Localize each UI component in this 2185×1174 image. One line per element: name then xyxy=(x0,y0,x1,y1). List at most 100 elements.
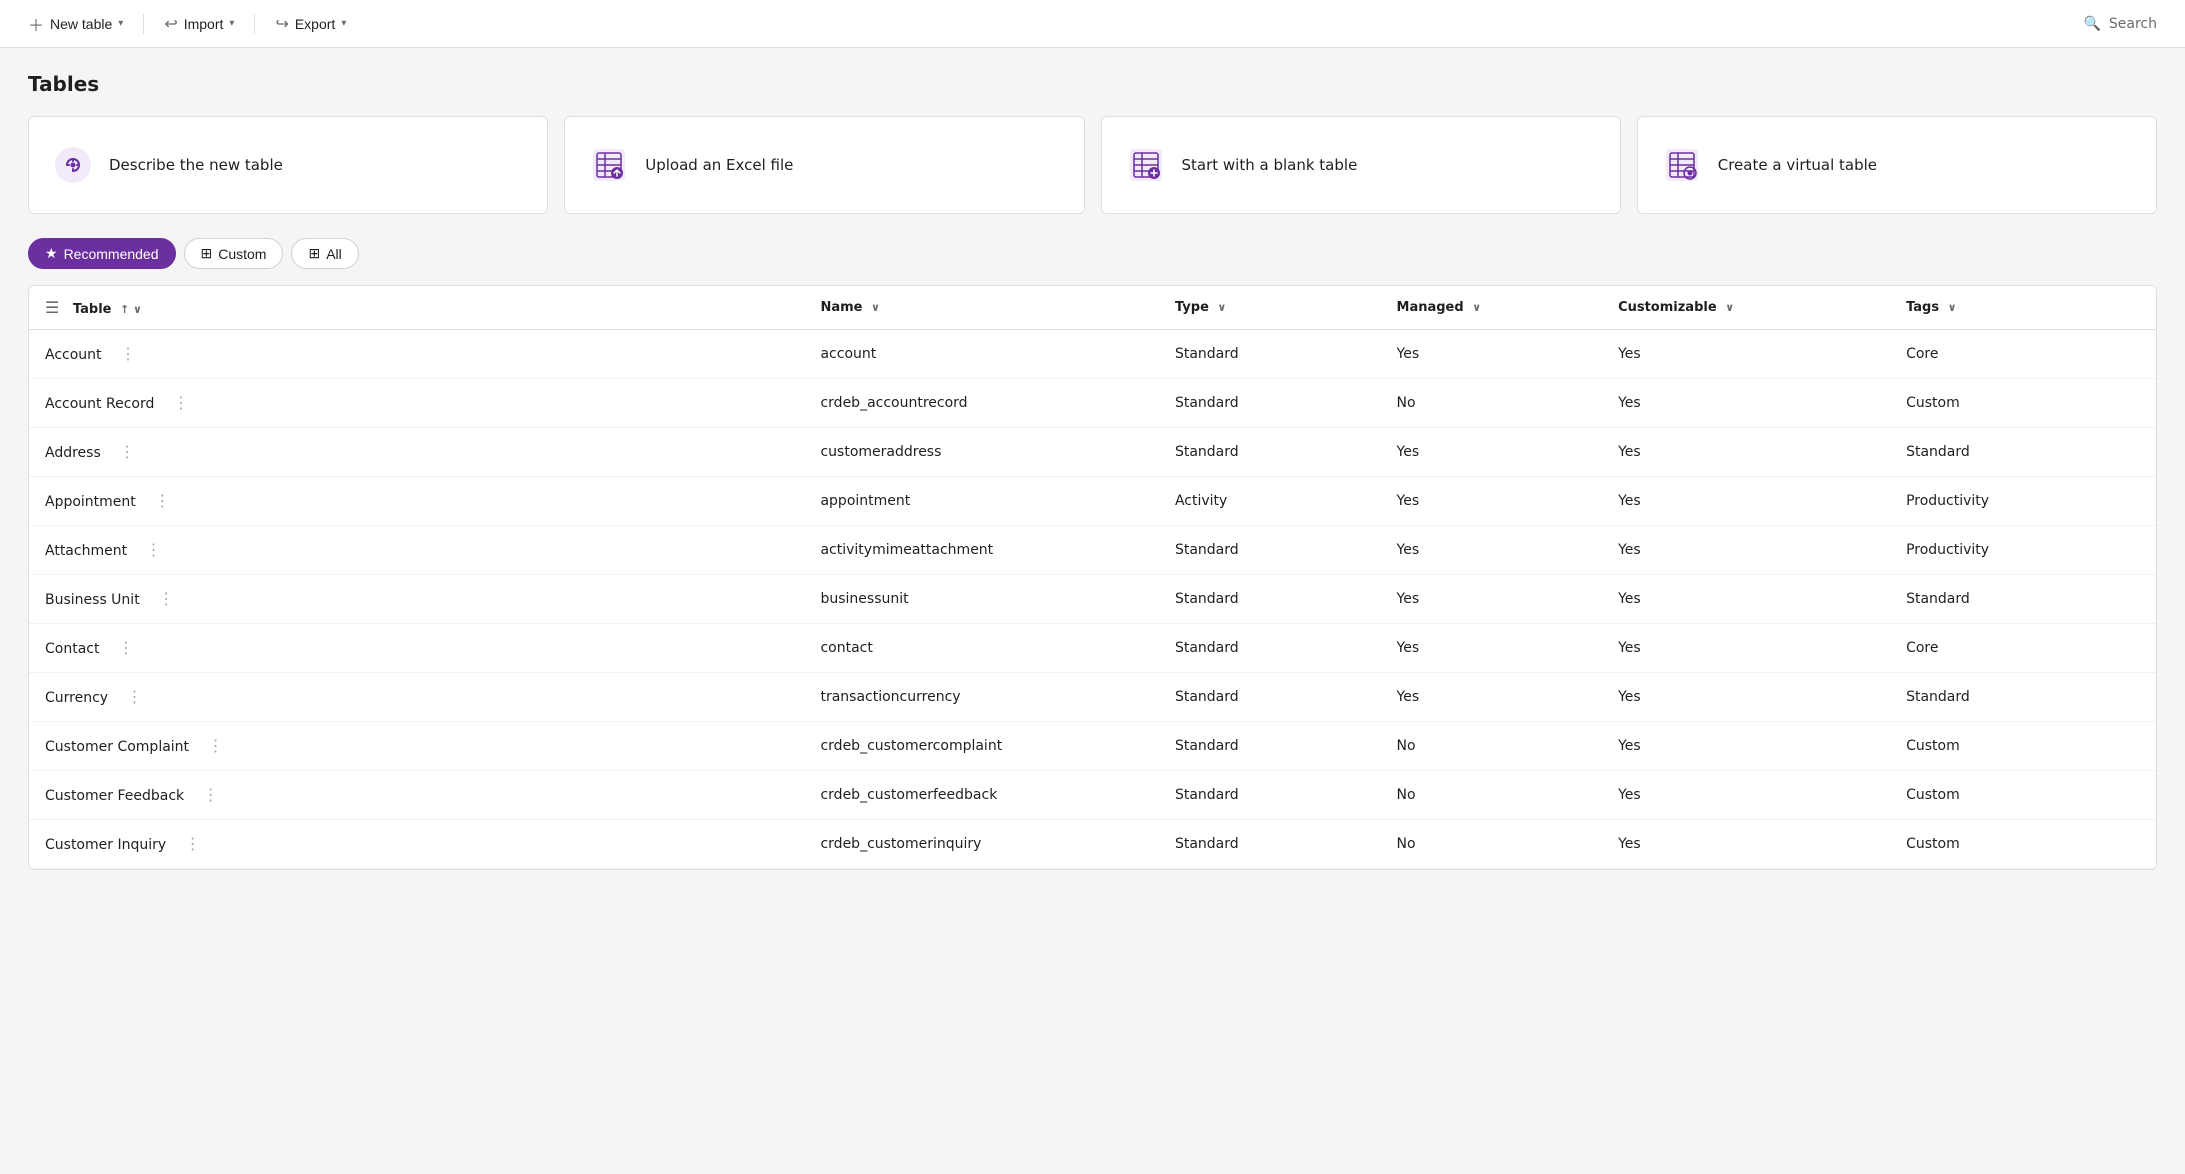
row-menu-button[interactable]: ⋮ xyxy=(140,538,168,562)
row-menu-button[interactable]: ⋮ xyxy=(167,391,195,415)
import-button[interactable]: ↩ Import ▾ xyxy=(152,8,246,40)
upload-card-label: Upload an Excel file xyxy=(645,156,793,174)
td-customizable-2: Yes xyxy=(1602,428,1890,477)
td-managed-9: No xyxy=(1381,771,1603,820)
td-customizable-6: Yes xyxy=(1602,624,1890,673)
td-name-0: account xyxy=(804,330,1159,379)
th-tags-sort-icon[interactable]: ∨ xyxy=(1948,301,1957,314)
row-table-label: Currency xyxy=(45,690,108,706)
row-menu-button[interactable]: ⋮ xyxy=(113,440,141,464)
td-type-8: Standard xyxy=(1159,722,1381,771)
td-tags-10: Custom xyxy=(1890,820,2156,869)
cards-row: Describe the new table Upload an Excel f… xyxy=(28,116,2157,214)
th-customizable-sort-icon[interactable]: ∨ xyxy=(1725,301,1734,314)
th-managed-sort-icon[interactable]: ∨ xyxy=(1472,301,1481,314)
td-tags-6: Core xyxy=(1890,624,2156,673)
td-table-name-0: Account ⋮ xyxy=(29,330,804,379)
blank-icon xyxy=(1126,145,1166,185)
row-table-label: Attachment xyxy=(45,543,127,559)
td-table-name-6: Contact ⋮ xyxy=(29,624,804,673)
row-menu-button[interactable]: ⋮ xyxy=(179,832,207,856)
td-table-name-7: Currency ⋮ xyxy=(29,673,804,722)
th-table-sort-icon[interactable]: ↑ ∨ xyxy=(120,303,142,316)
data-table: ☰ Table ↑ ∨ Name ∨ Type ∨ Managed xyxy=(29,286,2156,869)
describe-icon xyxy=(53,145,93,185)
td-tags-8: Custom xyxy=(1890,722,2156,771)
td-name-5: businessunit xyxy=(804,575,1159,624)
table-row: Customer Feedback ⋮ crdeb_customerfeedba… xyxy=(29,771,2156,820)
td-tags-2: Standard xyxy=(1890,428,2156,477)
td-name-8: crdeb_customercomplaint xyxy=(804,722,1159,771)
tab-recommended[interactable]: ★ Recommended xyxy=(28,238,176,269)
td-tags-9: Custom xyxy=(1890,771,2156,820)
td-table-name-3: Appointment ⋮ xyxy=(29,477,804,526)
export-button[interactable]: ↪ Export ▾ xyxy=(263,8,358,40)
td-name-4: activitymimeattachment xyxy=(804,526,1159,575)
blank-card-label: Start with a blank table xyxy=(1182,156,1358,174)
td-name-10: crdeb_customerinquiry xyxy=(804,820,1159,869)
tab-custom[interactable]: ⊞ Custom xyxy=(184,238,284,269)
td-tags-3: Productivity xyxy=(1890,477,2156,526)
td-managed-8: No xyxy=(1381,722,1603,771)
th-tags: Tags ∨ xyxy=(1890,286,2156,330)
td-type-9: Standard xyxy=(1159,771,1381,820)
th-type-label: Type xyxy=(1175,300,1209,315)
th-name: Name ∨ xyxy=(804,286,1159,330)
upload-icon xyxy=(589,145,629,185)
th-table-label: Table xyxy=(73,302,112,317)
td-table-name-8: Customer Complaint ⋮ xyxy=(29,722,804,771)
blank-card[interactable]: Start with a blank table xyxy=(1101,116,1621,214)
table-row: Account ⋮ account Standard Yes Yes Core xyxy=(29,330,2156,379)
th-customizable-label: Customizable xyxy=(1618,300,1717,315)
row-table-label: Address xyxy=(45,445,101,461)
td-name-9: crdeb_customerfeedback xyxy=(804,771,1159,820)
td-type-3: Activity xyxy=(1159,477,1381,526)
th-type-sort-icon[interactable]: ∨ xyxy=(1217,301,1226,314)
td-table-name-10: Customer Inquiry ⋮ xyxy=(29,820,804,869)
td-type-10: Standard xyxy=(1159,820,1381,869)
new-table-button[interactable]: ＋ New table ▾ xyxy=(16,6,135,42)
td-tags-4: Productivity xyxy=(1890,526,2156,575)
td-customizable-5: Yes xyxy=(1602,575,1890,624)
th-managed-label: Managed xyxy=(1397,300,1464,315)
table-row: Business Unit ⋮ businessunit Standard Ye… xyxy=(29,575,2156,624)
td-table-name-2: Address ⋮ xyxy=(29,428,804,477)
td-customizable-9: Yes xyxy=(1602,771,1890,820)
row-menu-button[interactable]: ⋮ xyxy=(112,636,140,660)
virtual-card[interactable]: Create a virtual table xyxy=(1637,116,2157,214)
row-menu-button[interactable]: ⋮ xyxy=(152,587,180,611)
table-row: Address ⋮ customeraddress Standard Yes Y… xyxy=(29,428,2156,477)
describe-card[interactable]: Describe the new table xyxy=(28,116,548,214)
td-tags-0: Core xyxy=(1890,330,2156,379)
toolbar: ＋ New table ▾ ↩ Import ▾ ↪ Export ▾ 🔍 Se… xyxy=(0,0,2185,48)
row-menu-button[interactable]: ⋮ xyxy=(121,685,149,709)
td-customizable-7: Yes xyxy=(1602,673,1890,722)
import-icon: ↩ xyxy=(164,14,177,34)
row-menu-button[interactable]: ⋮ xyxy=(202,734,230,758)
td-type-1: Standard xyxy=(1159,379,1381,428)
row-table-label: Contact xyxy=(45,641,99,657)
row-table-label: Customer Complaint xyxy=(45,739,189,755)
export-chevron-icon: ▾ xyxy=(341,18,346,29)
td-customizable-1: Yes xyxy=(1602,379,1890,428)
th-name-sort-icon[interactable]: ∨ xyxy=(871,301,880,314)
describe-card-label: Describe the new table xyxy=(109,156,283,174)
table-row: Appointment ⋮ appointment Activity Yes Y… xyxy=(29,477,2156,526)
th-tags-label: Tags xyxy=(1906,300,1939,315)
search-label: Search xyxy=(2109,16,2157,32)
tab-all[interactable]: ⊞ All xyxy=(291,238,358,269)
table-row: Attachment ⋮ activitymimeattachment Stan… xyxy=(29,526,2156,575)
td-tags-7: Standard xyxy=(1890,673,2156,722)
row-menu-button[interactable]: ⋮ xyxy=(114,342,142,366)
upload-card[interactable]: Upload an Excel file xyxy=(564,116,1084,214)
list-view-icon[interactable]: ☰ xyxy=(45,298,59,317)
star-icon: ★ xyxy=(45,245,58,262)
row-menu-button[interactable]: ⋮ xyxy=(148,489,176,513)
table-container: ☰ Table ↑ ∨ Name ∨ Type ∨ Managed xyxy=(28,285,2157,870)
row-menu-button[interactable]: ⋮ xyxy=(197,783,225,807)
td-type-0: Standard xyxy=(1159,330,1381,379)
search-area[interactable]: 🔍 Search xyxy=(2071,10,2169,38)
td-managed-0: Yes xyxy=(1381,330,1603,379)
grid-icon-all: ⊞ xyxy=(308,245,320,262)
filter-tabs: ★ Recommended ⊞ Custom ⊞ All xyxy=(28,238,2157,269)
